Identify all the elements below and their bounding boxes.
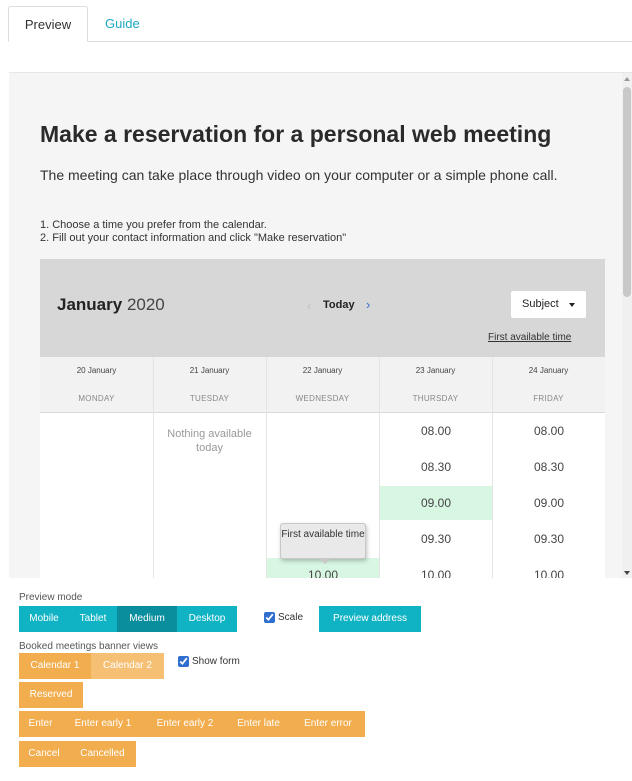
scroll-down-icon[interactable] bbox=[624, 571, 630, 575]
time-slot[interactable]: 09.30 bbox=[380, 522, 492, 556]
date-row: 20 January 21 January 22 January 23 Janu… bbox=[40, 357, 605, 385]
time-slot-highlighted[interactable]: 09.00 bbox=[380, 486, 492, 520]
tooltip-text: First available time bbox=[281, 529, 365, 540]
cancel-button[interactable]: Cancel bbox=[19, 741, 69, 767]
column-divider bbox=[266, 357, 267, 578]
enter-early-2-button[interactable]: Enter early 2 bbox=[144, 711, 226, 737]
time-slot[interactable]: 08.00 bbox=[380, 414, 492, 448]
enter-late-button[interactable]: Enter late bbox=[226, 711, 291, 737]
scale-label: Scale bbox=[278, 612, 304, 624]
date-label: 22 January bbox=[302, 366, 343, 375]
subject-label: Subject bbox=[522, 298, 559, 310]
day-label: MONDAY bbox=[78, 394, 115, 403]
page-title: Make a reservation for a personal web me… bbox=[40, 121, 552, 147]
scale-checkbox-input[interactable] bbox=[264, 612, 275, 623]
day-label: WEDNESDAY bbox=[295, 394, 350, 403]
time-slot[interactable]: 09.30 bbox=[493, 522, 605, 556]
page-intro: The meeting can take place through video… bbox=[40, 167, 558, 183]
time-slot[interactable]: 10.00 bbox=[493, 558, 605, 578]
date-label: 20 January bbox=[76, 366, 117, 375]
chevron-right-icon[interactable]: › bbox=[366, 297, 370, 312]
day-label: THURSDAY bbox=[412, 394, 459, 403]
reserved-button[interactable]: Reserved bbox=[19, 682, 83, 708]
enter-button[interactable]: Enter bbox=[19, 711, 62, 737]
time-slot[interactable]: 09.00 bbox=[493, 486, 605, 520]
tab-preview[interactable]: Preview bbox=[8, 6, 88, 42]
tab-bar: Preview Guide bbox=[8, 6, 632, 42]
cancelled-button[interactable]: Cancelled bbox=[69, 741, 136, 767]
first-available-link[interactable]: First available time bbox=[488, 332, 571, 343]
enter-error-button[interactable]: Enter error bbox=[291, 711, 365, 737]
mode-medium-button[interactable]: Medium bbox=[117, 606, 177, 632]
preview-frame: Make a reservation for a personal web me… bbox=[9, 72, 632, 578]
nothing-available-text: Nothing available today bbox=[167, 428, 252, 454]
tab-guide[interactable]: Guide bbox=[90, 6, 155, 42]
today-button[interactable]: Today bbox=[323, 299, 355, 311]
day-label: FRIDAY bbox=[533, 394, 564, 403]
scroll-thumb[interactable] bbox=[623, 87, 631, 297]
preview-address-button[interactable]: Preview address bbox=[319, 606, 421, 632]
time-slot[interactable]: 08.00 bbox=[493, 414, 605, 448]
month-name: January bbox=[57, 295, 123, 314]
day-label: TUESDAY bbox=[189, 394, 230, 403]
mode-mobile-button[interactable]: Mobile bbox=[19, 606, 69, 632]
time-slot[interactable]: 08.30 bbox=[380, 450, 492, 484]
date-label: 23 January bbox=[415, 366, 456, 375]
step-2: 2. Fill out your contact information and… bbox=[40, 232, 347, 244]
time-slot[interactable]: 10.00 bbox=[380, 558, 492, 578]
scroll-up-icon[interactable] bbox=[624, 77, 630, 81]
mode-desktop-button[interactable]: Desktop bbox=[177, 606, 237, 632]
day-row: MONDAY TUESDAY WEDNESDAY THURSDAY FRIDAY bbox=[40, 385, 605, 413]
caret-down-icon bbox=[569, 303, 575, 307]
date-label: 21 January bbox=[189, 366, 230, 375]
date-label: 24 January bbox=[528, 366, 569, 375]
first-available-tooltip: First available time bbox=[280, 523, 366, 564]
enter-early-1-button[interactable]: Enter early 1 bbox=[62, 711, 144, 737]
show-form-checkbox[interactable]: Show form bbox=[178, 656, 240, 667]
chevron-left-icon[interactable]: ‹ bbox=[307, 298, 311, 313]
column-divider bbox=[153, 357, 154, 578]
reservation-calendar: January 2020 ‹ Today › Subject First ava… bbox=[40, 259, 605, 578]
preview-mode-label: Preview mode bbox=[19, 592, 83, 603]
calendar-2-button[interactable]: Calendar 2 bbox=[91, 653, 164, 679]
time-slot[interactable]: 08.30 bbox=[493, 450, 605, 484]
banner-views-label: Booked meetings banner views bbox=[19, 641, 158, 652]
year: 2020 bbox=[126, 295, 165, 314]
step-1: 1. Choose a time you prefer from the cal… bbox=[40, 219, 267, 231]
subject-dropdown[interactable]: Subject bbox=[511, 291, 586, 318]
preview-scrollbar[interactable] bbox=[622, 73, 632, 578]
show-form-checkbox-input[interactable] bbox=[178, 656, 189, 667]
mode-tablet-button[interactable]: Tablet bbox=[69, 606, 117, 632]
calendar-1-button[interactable]: Calendar 1 bbox=[19, 653, 91, 679]
calendar-month: January 2020 bbox=[57, 295, 165, 315]
show-form-label: Show form bbox=[192, 656, 240, 668]
scale-checkbox[interactable]: Scale bbox=[264, 612, 303, 623]
tooltip-arrow bbox=[319, 558, 331, 564]
calendar-header: January 2020 ‹ Today › Subject First ava… bbox=[40, 259, 605, 357]
